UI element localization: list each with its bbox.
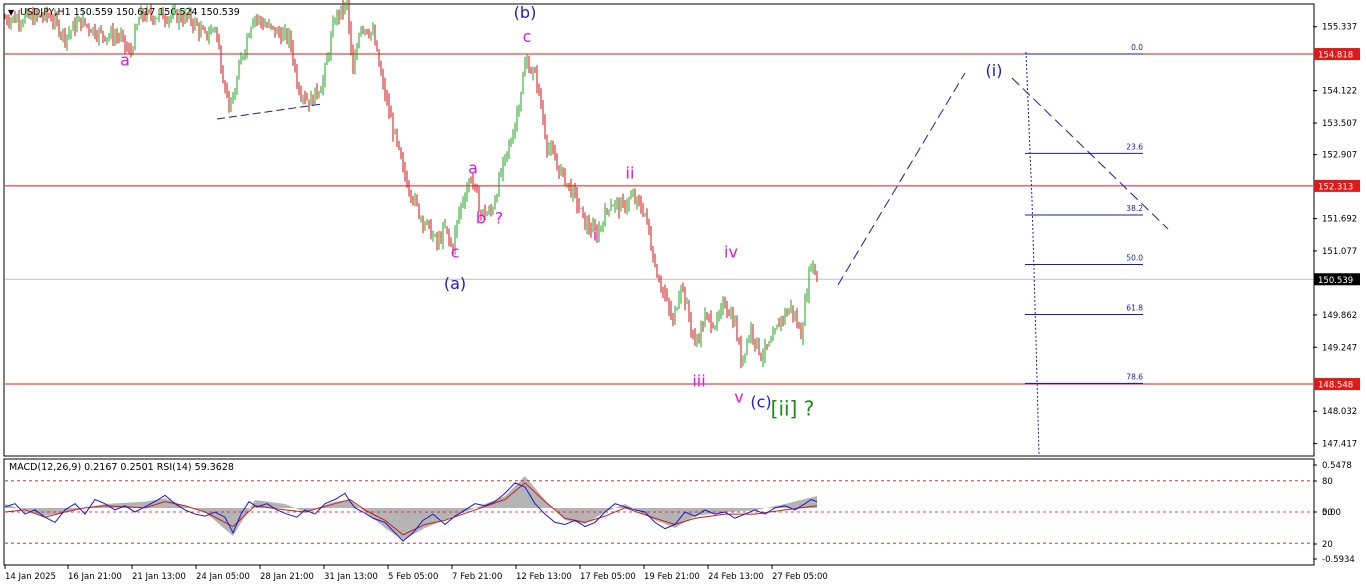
wave-label: iii <box>692 372 705 391</box>
wave-label: v <box>734 387 743 406</box>
fib-level-label: 0.0 <box>1131 43 1143 52</box>
time-tick-label: 7 Feb 21:00 <box>452 572 502 582</box>
time-tick-label: 28 Jan 21:00 <box>260 572 314 582</box>
price-tick-label: 148.032 <box>1322 407 1357 417</box>
time-tick-label: 24 Feb 13:00 <box>708 572 764 582</box>
fib-level-label: 78.6 <box>1126 372 1143 381</box>
wave-label: c <box>523 27 532 46</box>
indicator-tick-label: 50 <box>1322 508 1333 518</box>
fib-level-label: 38.2 <box>1126 204 1143 213</box>
price-tick-label: 154.122 <box>1322 87 1357 97</box>
current-price-label: 150.539 <box>1318 276 1353 286</box>
time-tick-label: 12 Feb 13:00 <box>516 572 572 582</box>
time-tick-label: 21 Jan 13:00 <box>132 572 186 582</box>
wave-label: c <box>451 243 460 262</box>
indicator-tick-label: 0.5478 <box>1322 461 1352 471</box>
price-axis: 155.337 154.122 153.507 152.907 151.692 151.0… <box>1313 23 1360 450</box>
price-tick-label: 155.337 <box>1322 23 1357 33</box>
time-tick-label: 27 Feb 05:00 <box>772 572 828 582</box>
time-tick-label: 24 Jan 05:00 <box>196 572 250 582</box>
time-tick-label: 17 Feb 05:00 <box>580 572 636 582</box>
time-tick-label: 16 Jan 21:00 <box>68 572 122 582</box>
time-tick-label: 5 Feb 05:00 <box>388 572 438 582</box>
wave-label: (a) <box>444 274 466 293</box>
fib-level-label: 61.8 <box>1126 303 1143 312</box>
indicator-tick-label: 80 <box>1322 477 1333 487</box>
wave-label: i <box>593 225 597 244</box>
price-line-label: 148.548 <box>1318 381 1353 391</box>
price-tick-label: 147.417 <box>1322 440 1357 450</box>
wave-label: a <box>468 158 478 177</box>
indicator-tick-label: 20 <box>1322 540 1333 550</box>
wave-label: b <box>476 208 486 227</box>
main-chart-frame <box>3 3 1315 457</box>
price-tick-label: 151.692 <box>1322 215 1357 225</box>
price-tick-label: 149.862 <box>1322 311 1357 321</box>
time-tick-label: 19 Feb 21:00 <box>644 572 700 582</box>
wave-label: ? <box>804 397 815 421</box>
time-axis: 14 Jan 2025 16 Jan 21:00 21 Jan 13:00 24 Ja… <box>4 565 828 582</box>
fib-level-label: 50.0 <box>1126 253 1143 262</box>
time-tick-label: 14 Jan 2025 <box>5 572 56 582</box>
wave-label: (b) <box>514 3 537 22</box>
wave-label: ii <box>626 164 635 183</box>
wave-label: iv <box>724 243 738 262</box>
price-tick-label: 153.507 <box>1322 119 1357 129</box>
price-line-label: 154.818 <box>1318 51 1353 61</box>
wave-label: a <box>120 51 130 70</box>
price-tick-label: 151.077 <box>1322 247 1357 257</box>
time-tick-label: 31 Jan 13:00 <box>324 572 378 582</box>
indicator-header: MACD(12,26,9) 0.2167 0.2501 RSI(14) 59.3… <box>9 462 234 473</box>
wave-label: (c) <box>750 393 771 412</box>
wave-label: (i) <box>986 61 1003 80</box>
wave-label: [ii] <box>771 397 798 421</box>
fib-level-label: 23.6 <box>1126 142 1143 151</box>
price-line-label: 152.313 <box>1318 182 1353 192</box>
price-tick-label: 152.907 <box>1322 151 1357 161</box>
chart-canvas: ▼ USDJPY,H1 150.559 150.617 150.524 150.… <box>3 0 1360 582</box>
indicator-tick-label: -0.5934 <box>1322 555 1355 565</box>
price-tick-label: 149.247 <box>1322 343 1357 353</box>
wave-label: ? <box>495 208 504 227</box>
